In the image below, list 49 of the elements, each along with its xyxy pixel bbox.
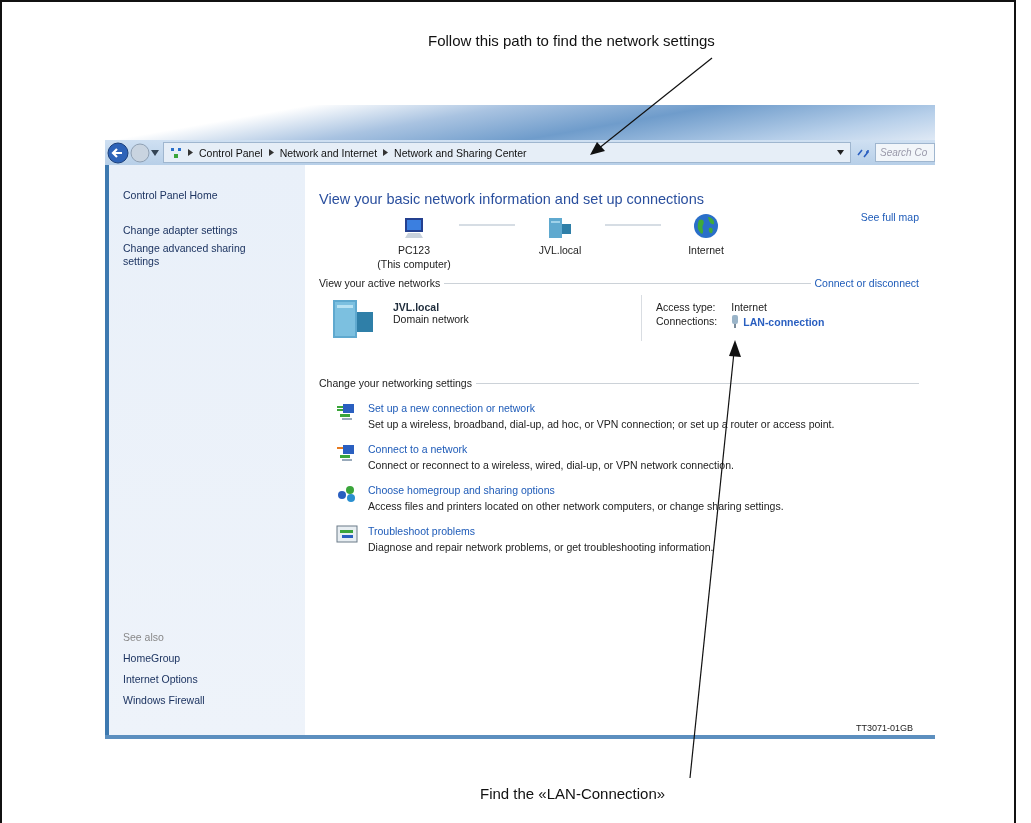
connect-or-disconnect-link[interactable]: Connect or disconnect	[814, 277, 919, 289]
see-also-heading: See also	[123, 631, 165, 643]
section-heading: Change your networking settings	[319, 377, 472, 389]
task-link[interactable]: Connect to a network	[368, 442, 734, 456]
connections-label: Connections:	[656, 315, 718, 328]
server-icon	[547, 217, 573, 239]
server-icon	[331, 299, 375, 339]
figure-id: TT3071-01GB	[855, 723, 913, 733]
chevron-icon	[188, 149, 193, 156]
homegroup-icon	[336, 484, 358, 504]
task-link[interactable]: Troubleshoot problems	[368, 524, 714, 538]
map-node-label: Internet	[688, 243, 724, 257]
breadcrumb[interactable]: Control Panel	[199, 146, 263, 159]
back-button[interactable]	[107, 141, 129, 164]
sidebar-link[interactable]: Control Panel Home	[123, 189, 305, 202]
task-link[interactable]: Choose homegroup and sharing options	[368, 483, 784, 497]
dropdown-caret-icon[interactable]	[837, 150, 844, 155]
troubleshoot-icon	[336, 525, 358, 543]
network-adapter-icon	[731, 315, 740, 328]
lan-connection-link[interactable]: LAN-connection	[743, 315, 825, 328]
callout-text: Find the «LAN-Connection»	[480, 785, 667, 802]
task-description: Diagnose and repair network problems, or get troubleshooting information.	[368, 540, 714, 554]
task-link[interactable]: Set up a new connection or network	[368, 401, 835, 415]
dropdown-caret-icon[interactable]	[151, 149, 159, 156]
address-bar[interactable]: Control Panel Network and Internet Network and Sharing Center	[163, 142, 851, 163]
access-type-value: Internet	[731, 301, 768, 313]
search-field[interactable]: Search Co	[875, 143, 935, 162]
breadcrumb[interactable]: Network and Sharing Center	[394, 146, 527, 159]
network-icon	[170, 146, 182, 159]
map-node-label: PC123	[397, 243, 431, 257]
see-also-link[interactable]: Internet Options	[123, 673, 305, 685]
chevron-icon	[383, 149, 389, 156]
see-full-map-link[interactable]: See full map	[860, 211, 919, 223]
sidebar-link[interactable]: Change adapter settings	[123, 224, 305, 237]
map-node-sublabel: (This computer)	[377, 257, 451, 271]
see-also-link[interactable]: HomeGroup	[123, 652, 305, 664]
globe-icon	[693, 213, 719, 239]
page-title: View your basic network information and set up connections	[319, 191, 705, 207]
callout-text: Follow this path to find the network settings	[428, 32, 716, 49]
map-node-label: JVL.local	[538, 243, 582, 257]
network-name: JVL.local	[393, 301, 441, 313]
network-type: Domain network	[393, 313, 470, 325]
chevron-icon	[268, 149, 274, 156]
see-also-link[interactable]: Windows Firewall	[123, 694, 305, 706]
section-heading: View your active networks	[319, 277, 441, 289]
breadcrumb[interactable]: Network and Internet	[279, 146, 378, 159]
sidebar-link[interactable]: Change advanced sharing settings	[123, 242, 253, 268]
computer-icon	[402, 217, 426, 239]
access-type-label: Access type:	[656, 301, 717, 313]
